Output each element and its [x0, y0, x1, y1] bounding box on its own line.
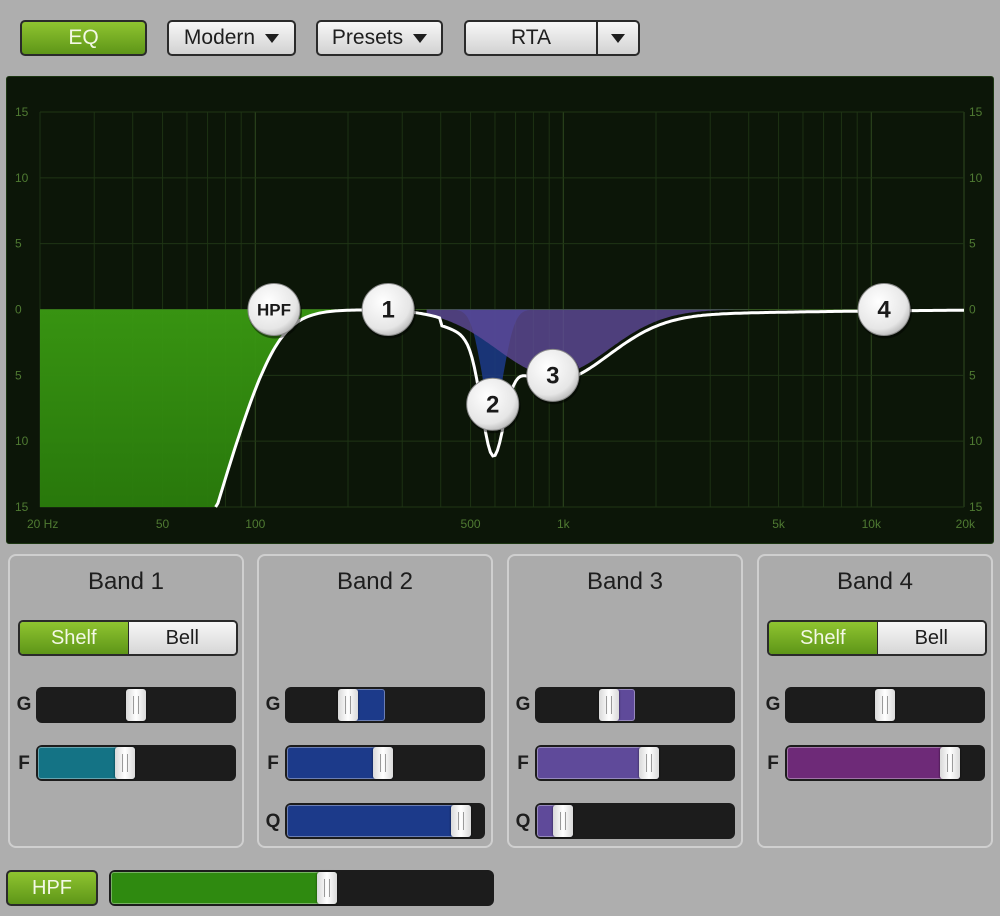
band4-shelf-button[interactable]: Shelf [769, 622, 878, 654]
freq-label: 500 [461, 517, 481, 531]
freq-label: 20 Hz [27, 517, 58, 531]
eq-node-label: HPF [257, 301, 291, 320]
chevron-down-icon [611, 33, 625, 43]
chevron-down-icon [413, 33, 428, 43]
band2-q-label: Q [265, 811, 281, 832]
band4-type-toggle: Shelf Bell [767, 620, 987, 656]
db-label-right: 10 [969, 171, 983, 185]
eq-button[interactable]: EQ [20, 20, 147, 56]
slider-thumb[interactable] [126, 689, 146, 721]
eq-node-1[interactable]: 1 [361, 283, 417, 339]
db-label-left: 10 [15, 434, 29, 448]
hpf-freq-slider[interactable] [109, 870, 494, 906]
eq-mode-dropdown[interactable]: Modern [167, 20, 296, 56]
slider-thumb[interactable] [115, 747, 136, 779]
db-label-right: 0 [969, 303, 976, 317]
band1-panel: Band 1 Shelf Bell G F [8, 554, 244, 848]
slider-thumb[interactable] [373, 747, 394, 779]
db-label-right: 10 [969, 434, 983, 448]
band2-freq-slider[interactable] [285, 745, 485, 781]
slider-thumb[interactable] [338, 689, 359, 721]
band4-gain-label: G [765, 694, 781, 715]
band1-shelf-button[interactable]: Shelf [20, 622, 129, 654]
eq-node-label: 2 [486, 391, 499, 418]
slider-thumb[interactable] [639, 747, 660, 779]
band1-gain-slider[interactable] [36, 687, 236, 723]
band2-title: Band 2 [336, 568, 414, 595]
eq-node-label: 3 [546, 362, 559, 389]
band2-q-slider[interactable] [285, 803, 485, 839]
db-label-right: 5 [969, 237, 976, 251]
band1-gain-label: G [16, 694, 32, 715]
freq-label: 100 [245, 517, 265, 531]
rta-label: RTA [510, 26, 552, 49]
db-label-left: 10 [15, 171, 29, 185]
band2-freq-label: F [267, 753, 279, 774]
freq-label: 5k [772, 517, 786, 531]
db-label-right: 15 [969, 105, 983, 119]
eq-node-label: 4 [877, 297, 891, 324]
band3-panel: Band 3 G F Q [507, 554, 743, 848]
eq-mode-label: Modern [183, 26, 256, 49]
band3-freq-label: F [517, 753, 529, 774]
band4-freq-label: F [767, 753, 779, 774]
presets-dropdown[interactable]: Presets [316, 20, 443, 56]
band3-freq-slider[interactable] [535, 745, 735, 781]
band4-gain-slider[interactable] [785, 687, 985, 723]
slider-thumb[interactable] [552, 805, 573, 837]
band3-gain-slider[interactable] [535, 687, 735, 723]
slider-thumb[interactable] [875, 689, 895, 721]
db-label-left: 15 [15, 105, 29, 119]
rta-dropdown[interactable]: RTA [464, 20, 640, 56]
freq-label: 20k [956, 517, 976, 531]
band1-freq-label: F [18, 753, 30, 774]
hpf-button[interactable]: HPF [6, 870, 98, 906]
db-label-left: 5 [15, 368, 22, 382]
slider-thumb[interactable] [316, 872, 337, 904]
band3-q-label: Q [515, 811, 531, 832]
db-label-right: 5 [969, 368, 976, 382]
eq-node-4[interactable]: 4 [857, 283, 913, 339]
db-label-left: 0 [15, 303, 22, 317]
band3-gain-label: G [515, 694, 531, 715]
band1-freq-slider[interactable] [36, 745, 236, 781]
band4-title: Band 4 [836, 568, 914, 595]
slider-thumb[interactable] [450, 805, 471, 837]
slider-thumb[interactable] [598, 689, 619, 721]
db-label-right: 15 [969, 500, 983, 514]
slider-thumb[interactable] [940, 747, 961, 779]
band3-title: Band 3 [586, 568, 664, 595]
band2-gain-label: G [265, 694, 281, 715]
band4-freq-slider[interactable] [785, 745, 985, 781]
eq-graph[interactable]: 15 10 5 0 5 10 15 15 10 5 0 5 10 15 20 Hz 50 100 500 1k 5k 1… [6, 76, 994, 544]
rta-toggle[interactable] [598, 33, 638, 43]
band2-panel: Band 2 G F Q [257, 554, 493, 848]
band2-gain-slider[interactable] [285, 687, 485, 723]
db-label-left: 5 [15, 237, 22, 251]
slider-fill [787, 747, 961, 779]
freq-label: 10k [862, 517, 882, 531]
hpf-cut-region [40, 309, 421, 507]
band1-bell-button[interactable]: Bell [128, 622, 236, 654]
eq-node-label: 1 [381, 297, 394, 324]
freq-label: 50 [156, 517, 170, 531]
presets-label: Presets [331, 26, 404, 49]
eq-graph-canvas[interactable]: 151050510151510505101520 Hz 50 100 500 1k 5k 1… [7, 77, 993, 543]
slider-fill [111, 872, 337, 904]
band4-bell-button[interactable]: Bell [877, 622, 985, 654]
slider-fill [287, 805, 471, 837]
band4-panel: Band 4 Shelf Bell G F [757, 554, 993, 848]
band3-q-slider[interactable] [535, 803, 735, 839]
band1-type-toggle: Shelf Bell [18, 620, 238, 656]
chevron-down-icon [265, 33, 280, 43]
eq-node-hpf[interactable]: HPF [247, 283, 302, 339]
db-label-left: 15 [15, 500, 29, 514]
freq-label: 1k [557, 517, 571, 531]
band1-title: Band 1 [87, 568, 165, 595]
